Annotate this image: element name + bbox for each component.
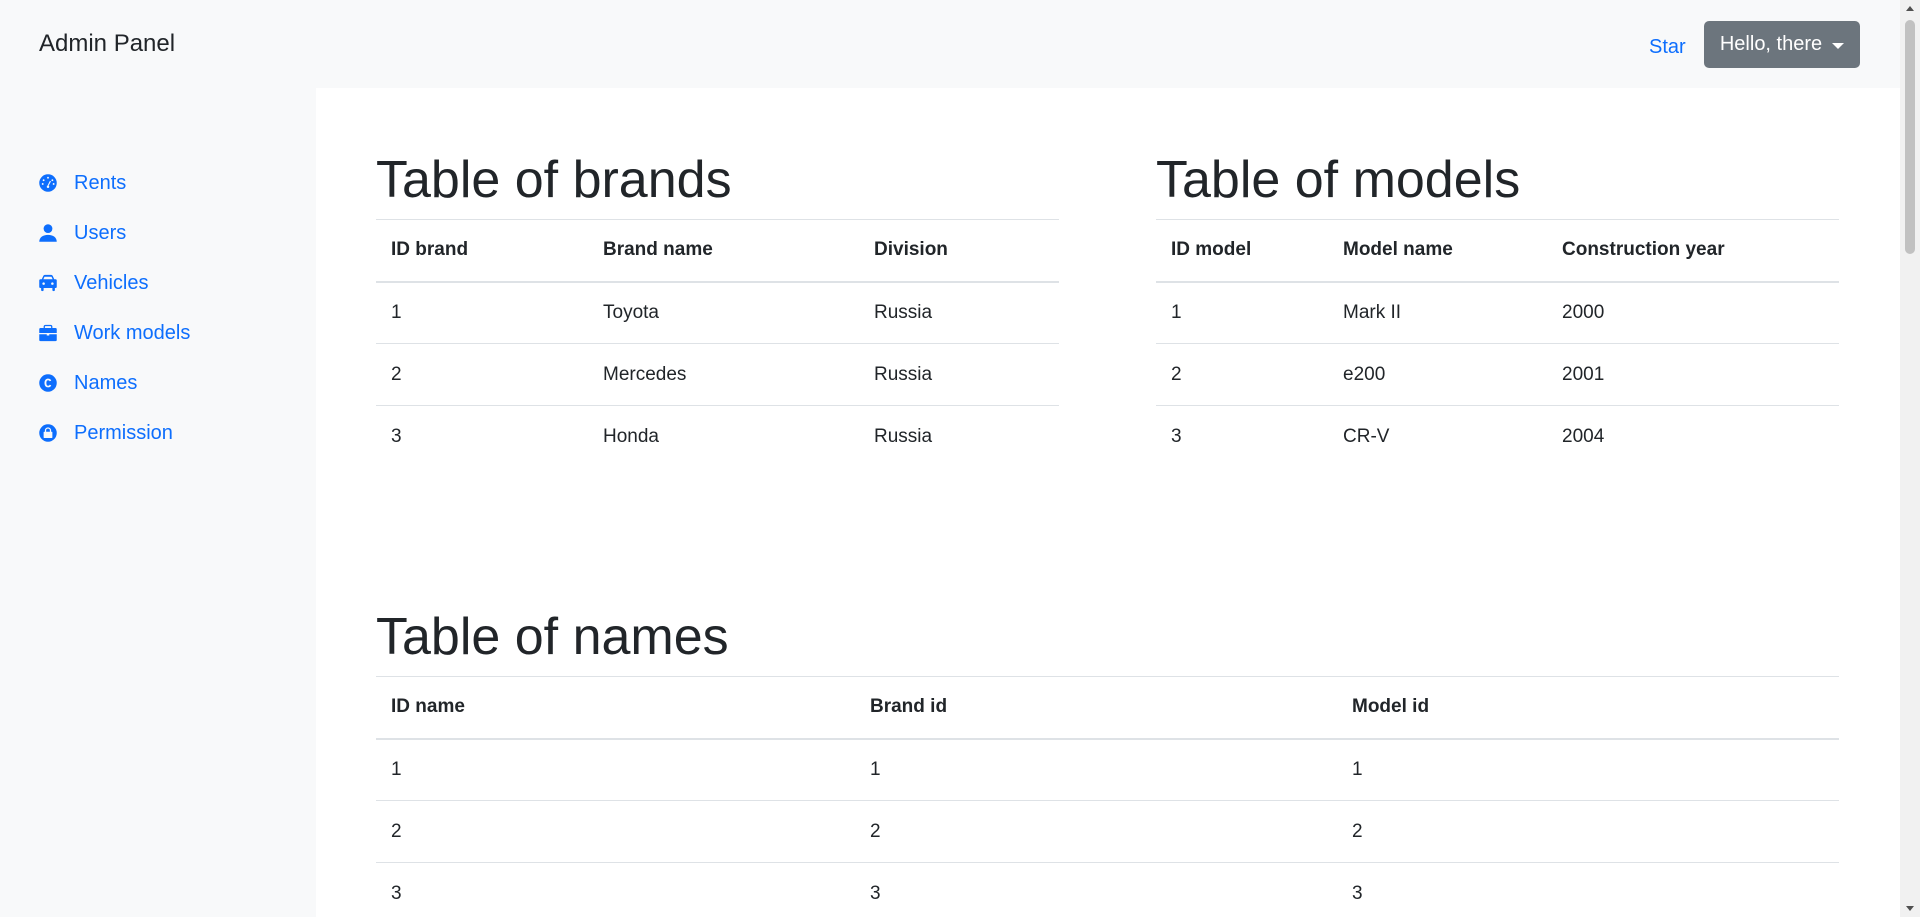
table-row: 2 e200 2001: [1156, 343, 1839, 406]
names-table: ID name Brand id Model id 1 1 1 2 2 2 3 …: [376, 676, 1839, 917]
table-cell: 2: [1156, 343, 1328, 406]
sidebar-item-names[interactable]: Names: [38, 358, 190, 408]
table-row: 2 2 2: [376, 800, 1839, 863]
user-menu-button[interactable]: Hello, there: [1704, 21, 1860, 68]
speedometer-icon: [38, 173, 58, 193]
table-row: 1 1 1: [376, 738, 1839, 801]
table-cell: 2: [855, 800, 1337, 863]
column-header: ID name: [376, 676, 855, 740]
table-row: 3 3 3: [376, 862, 1839, 917]
user-icon: [38, 223, 58, 243]
table-cell: 1: [1337, 738, 1839, 801]
table-cell: 3: [1171, 425, 1182, 447]
user-menu-label: Hello, there: [1719, 33, 1823, 55]
table-cell: e200: [1328, 343, 1547, 406]
table-cell: Russia: [859, 343, 1059, 406]
lock-icon: [38, 423, 58, 443]
sidebar-item-label: Work models: [74, 321, 191, 344]
table-cell: Russia: [874, 425, 933, 447]
table-row: 3 Honda Russia: [376, 406, 1059, 468]
sidebar-item-label: Rents: [74, 171, 127, 194]
table-cell: 2001: [1547, 343, 1839, 406]
copyright-icon: [38, 373, 58, 393]
table-cell: Honda: [603, 425, 659, 447]
table-cell: 3: [376, 862, 855, 917]
column-header: ID model: [1156, 219, 1328, 283]
table-cell: 2000: [1547, 281, 1839, 344]
table-row: 1 Toyota Russia: [376, 281, 1059, 344]
table-row: 3 CR-V 2004: [1156, 406, 1839, 468]
table-cell: 2: [376, 343, 588, 406]
sidebar-item-label: Permission: [74, 421, 173, 444]
table-cell: Mercedes: [588, 343, 859, 406]
models-title: Table of models: [1156, 151, 1521, 209]
vertical-scrollbar[interactable]: [1900, 0, 1920, 917]
navbar: Admin Panel Star Hello, there: [0, 0, 1900, 88]
table-header-row: ID model Model name Construction year: [1156, 219, 1839, 283]
sidebar-item-users[interactable]: Users: [38, 208, 190, 258]
table-row: 2 Mercedes Russia: [376, 343, 1059, 406]
car-icon: [38, 273, 58, 293]
column-header: ID brand: [376, 219, 588, 283]
models-table: ID model Model name Construction year 1 …: [1156, 219, 1839, 468]
table-cell: 1: [376, 738, 855, 801]
scroll-thumb[interactable]: [1905, 20, 1915, 254]
table-cell: 3: [855, 862, 1337, 917]
main-content: Table of brands ID brand Brand name Divi…: [316, 88, 1900, 917]
table-cell: 2: [376, 800, 855, 863]
sidebar-item-label: Users: [74, 221, 127, 244]
names-title: Table of names: [376, 608, 729, 666]
sidebar-item-work-models[interactable]: Work models: [38, 308, 190, 358]
column-header: Model id: [1337, 676, 1839, 740]
sidebar: Rents Users Vehicles Work models Names P…: [0, 88, 316, 917]
table-cell: 1: [376, 281, 588, 344]
briefcase-icon: [38, 323, 58, 343]
sidebar-item-vehicles[interactable]: Vehicles: [38, 258, 190, 308]
sidebar-item-permission[interactable]: Permission: [38, 408, 190, 458]
brands-table: ID brand Brand name Division 1 Toyota Ru…: [376, 219, 1059, 468]
table-header-row: ID name Brand id Model id: [376, 676, 1839, 740]
sidebar-item-label: Vehicles: [74, 271, 149, 294]
scroll-up-icon[interactable]: [1906, 6, 1914, 11]
table-cell: 3: [1337, 862, 1839, 917]
table-cell: Toyota: [588, 281, 859, 344]
table-cell: 1: [855, 738, 1337, 801]
table-cell: Russia: [859, 281, 1059, 344]
scroll-down-icon[interactable]: [1906, 906, 1914, 911]
table-row: 1 Mark II 2000: [1156, 281, 1839, 344]
column-header: Brand id: [855, 676, 1337, 740]
column-header: Brand name: [588, 219, 859, 283]
table-cell: CR-V: [1343, 425, 1390, 447]
sidebar-item-rents[interactable]: Rents: [38, 158, 190, 208]
table-cell: 2004: [1562, 425, 1605, 447]
column-header: Construction year: [1547, 219, 1839, 283]
table-cell: Mark II: [1328, 281, 1547, 344]
brands-title: Table of brands: [376, 151, 732, 209]
caret-down-icon: [1832, 42, 1845, 49]
table-cell: 1: [1156, 281, 1328, 344]
table-cell: 2: [1337, 800, 1839, 863]
star-link[interactable]: Star: [1649, 36, 1686, 59]
column-header: Division: [859, 219, 1059, 283]
table-header-row: ID brand Brand name Division: [376, 219, 1059, 283]
table-cell: 3: [391, 425, 402, 447]
brand-title[interactable]: Admin Panel: [39, 30, 175, 58]
sidebar-item-label: Names: [74, 371, 138, 394]
column-header: Model name: [1328, 219, 1547, 283]
